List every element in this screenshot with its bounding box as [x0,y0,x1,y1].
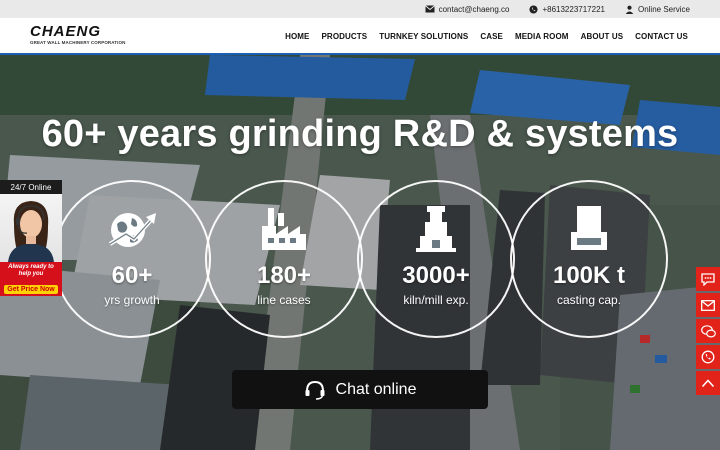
mail-icon [424,5,435,13]
wechat-icon [700,324,716,338]
brand-tagline: GREAT WALL MACHINERY CORPORATION [30,40,126,45]
stat-value: 60+ [111,262,153,289]
stat-value: 100K t [552,262,626,289]
stat-casting-capacity: 100K t casting cap. [510,180,668,338]
brand-logo[interactable]: CHAENG GREAT WALL MACHINERY CORPORATION [30,23,126,49]
whatsapp-icon [701,350,715,364]
nav-turnkey-solutions[interactable]: TURNKEY SOLUTIONS [379,32,468,41]
user-icon [625,5,634,14]
hero-banner: 60+ years grinding R&D & systems 60+ yrs… [0,55,720,450]
live-chat-widget[interactable]: 24/7 Online Always ready to help you Get… [0,180,62,296]
stat-years-growth: 60+ yrs growth [53,180,211,338]
back-to-top-tool[interactable] [696,371,720,395]
stat-value: 3000+ [402,262,470,289]
widget-status: 24/7 Online [0,180,62,194]
back-to-top-icon [701,379,715,388]
mill-machine-icon [416,206,456,252]
widget-tagline-1: Always ready to [8,264,54,270]
mail-tool[interactable] [696,293,720,317]
chat-icon [701,273,715,286]
stat-label: casting cap. [556,293,622,307]
whatsapp-icon [529,4,539,14]
headset-icon [305,380,325,400]
nav-case[interactable]: CASE [480,32,503,41]
brand-name: CHAENG [30,23,102,40]
stat-label: yrs growth [104,293,160,307]
chat-tool[interactable] [696,267,720,291]
stat-kiln-mill-exp: 3000+ kiln/mill exp. [357,180,515,338]
chat-online-label: Chat online [335,380,417,398]
online-service-text: Online Service [637,4,690,14]
nav-media-room[interactable]: MEDIA ROOM [515,32,569,41]
whatsapp-tool[interactable] [696,345,720,369]
stat-value: 180+ [256,262,312,289]
widget-tagline-2: help you [18,271,44,277]
factory-icon [262,208,306,250]
top-contact-bar: contact@chaeng.co +8613223717221 Online … [0,0,720,18]
hero-title: 60+ years grinding R&D & systems [41,113,679,155]
globe-growth-icon [108,213,156,247]
email-contact[interactable]: contact@chaeng.co [424,4,510,14]
mail-icon [701,299,715,311]
nav-home[interactable]: HOME [285,32,309,41]
stat-label: kiln/mill exp. [403,293,469,307]
phone-text: +8613223717221 [542,4,605,14]
casting-ladle-icon [571,206,607,250]
widget-cta-area: Always ready to help you Get Price Now [0,262,62,296]
phone-contact[interactable]: +8613223717221 [529,5,605,14]
support-agent-photo [0,194,62,262]
stat-line-cases: 180+ line cases [205,180,363,338]
get-price-button[interactable]: Get Price Now [4,285,58,294]
online-service-link[interactable]: Online Service [625,5,690,14]
nav-products[interactable]: PRODUCTS [322,32,368,41]
nav-contact-us[interactable]: CONTACT US [635,32,688,41]
main-nav: HOME PRODUCTS TURNKEY SOLUTIONS CASE MED… [285,18,688,55]
right-float-toolbar [696,267,720,395]
stat-label: line cases [257,293,311,307]
nav-about-us[interactable]: ABOUT US [581,32,624,41]
site-header: CHAENG GREAT WALL MACHINERY CORPORATION … [0,18,720,55]
chat-online-button[interactable]: Chat online [232,370,488,409]
wechat-tool[interactable] [696,319,720,343]
email-text: contact@chaeng.co [438,4,510,14]
